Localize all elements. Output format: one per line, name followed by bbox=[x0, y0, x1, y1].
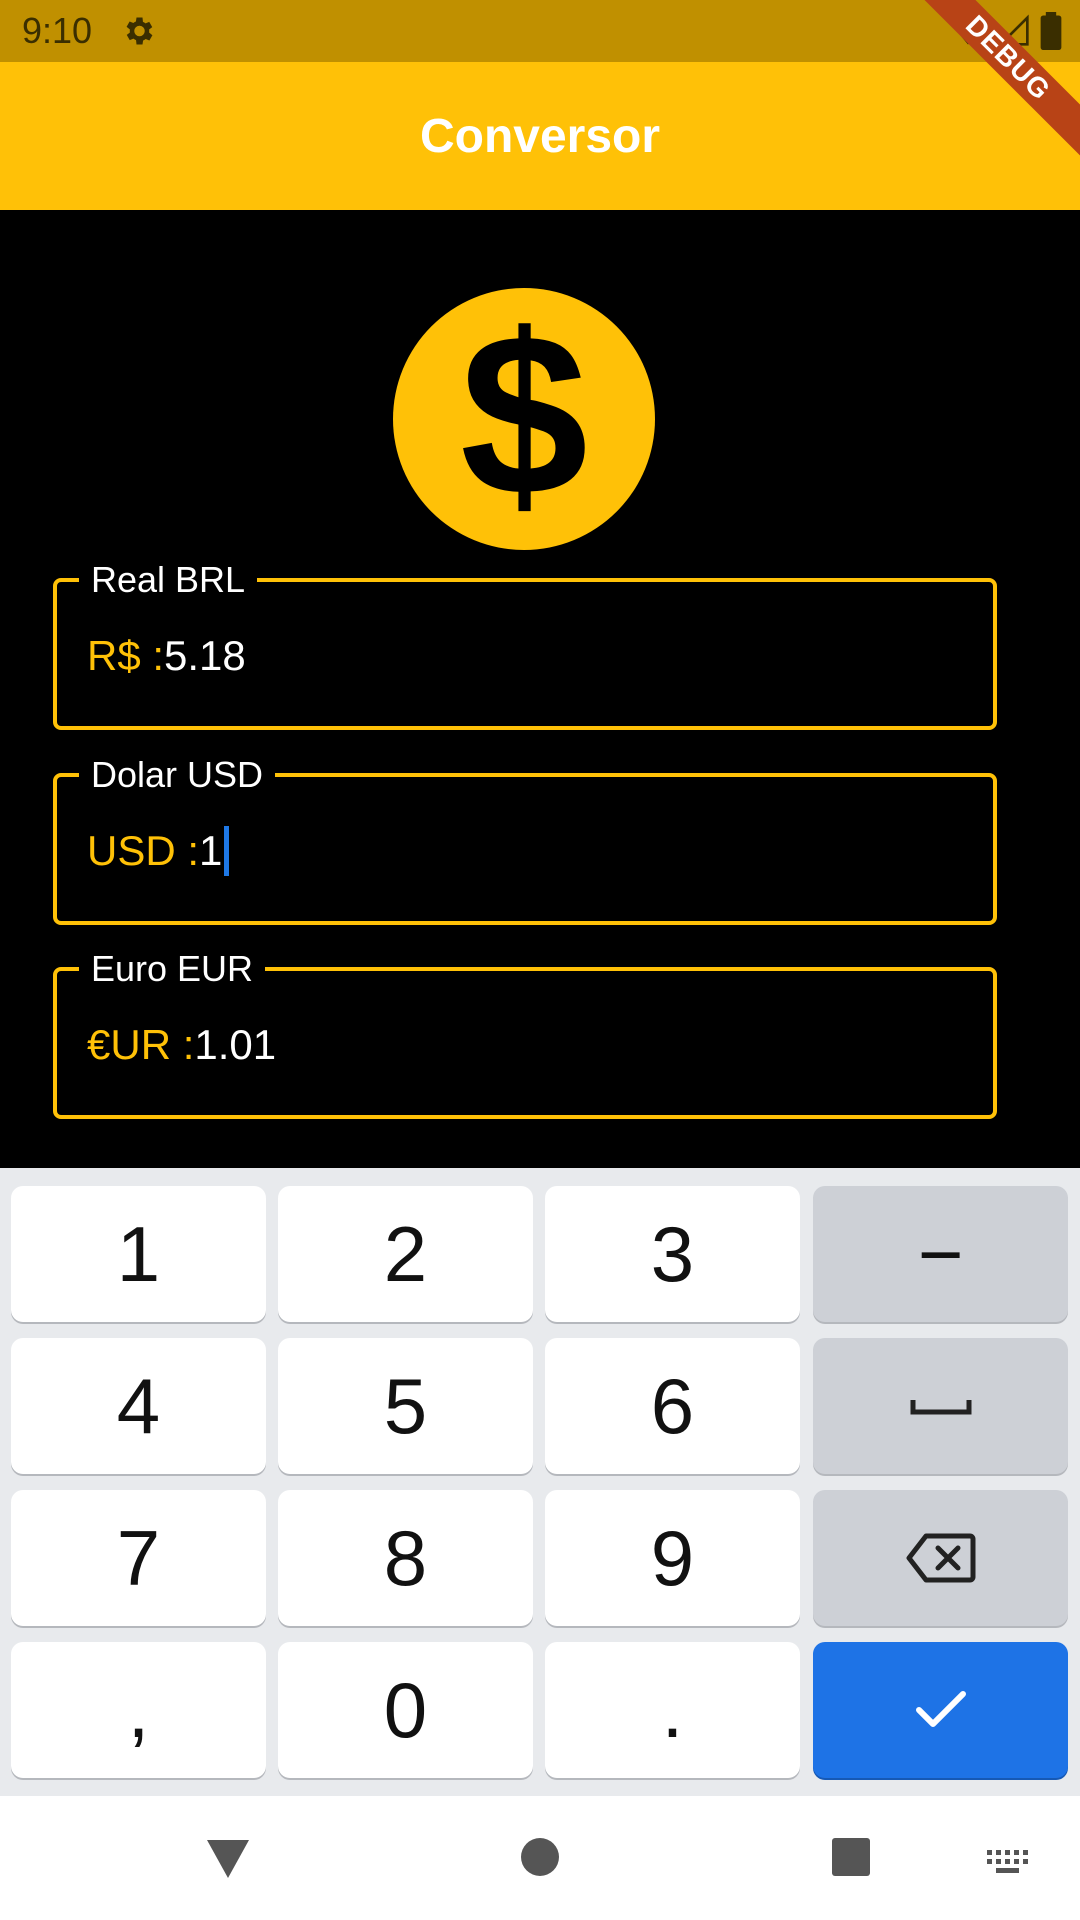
page-title: Conversor bbox=[419, 109, 661, 163]
checkmark-icon bbox=[915, 1691, 966, 1727]
euro-eur-label: Euro EUR bbox=[79, 947, 266, 991]
euro-eur-field[interactable]: Euro EUR €UR : 1.01 bbox=[53, 947, 997, 1119]
key-5[interactable]: 5 bbox=[278, 1338, 533, 1474]
dollar-symbol: $ bbox=[460, 286, 588, 543]
key-3[interactable]: 3 bbox=[545, 1186, 800, 1322]
key-space[interactable] bbox=[813, 1338, 1068, 1474]
numeric-keyboard: 1 2 3 − 4 5 6 7 8 9 , 0 . bbox=[0, 1168, 1080, 1796]
backspace-icon bbox=[906, 1533, 975, 1583]
dolar-usd-field[interactable]: Dolar USD USD : 1 bbox=[53, 753, 997, 925]
recents-square-icon[interactable] bbox=[830, 1836, 872, 1878]
key-6[interactable]: 6 bbox=[545, 1338, 800, 1474]
real-brl-label: Real BRL bbox=[79, 558, 258, 602]
status-bar: 9:10 bbox=[0, 0, 1080, 62]
key-2[interactable]: 2 bbox=[278, 1186, 533, 1322]
app-bar: Conversor bbox=[0, 62, 1080, 210]
euro-eur-value: 1.01 bbox=[194, 1021, 277, 1068]
back-triangle-icon[interactable] bbox=[205, 1836, 251, 1880]
key-1[interactable]: 1 bbox=[11, 1186, 266, 1322]
key-8[interactable]: 8 bbox=[278, 1490, 533, 1626]
dolar-usd-value: 1 bbox=[199, 827, 223, 874]
dolar-usd-label: Dolar USD bbox=[79, 753, 276, 797]
key-7[interactable]: 7 bbox=[11, 1490, 266, 1626]
home-circle-icon[interactable] bbox=[519, 1836, 561, 1878]
status-time: 9:10 bbox=[22, 10, 93, 51]
real-brl-prefix: R$ : bbox=[87, 632, 165, 679]
key-comma[interactable]: , bbox=[11, 1642, 266, 1778]
real-brl-value: 5.18 bbox=[164, 632, 246, 679]
dolar-usd-prefix: USD : bbox=[87, 827, 200, 874]
navigation-bar bbox=[0, 1796, 1080, 1920]
battery-icon bbox=[1040, 12, 1062, 50]
space-icon bbox=[910, 1400, 971, 1415]
key-minus[interactable]: − bbox=[813, 1186, 1068, 1322]
key-4[interactable]: 4 bbox=[11, 1338, 266, 1474]
key-0[interactable]: 0 bbox=[278, 1642, 533, 1778]
text-cursor bbox=[224, 826, 230, 876]
key-backspace[interactable] bbox=[813, 1490, 1068, 1626]
dollar-coin-icon: $ bbox=[393, 288, 655, 550]
keyboard-switch-icon[interactable] bbox=[985, 1848, 1029, 1876]
euro-eur-prefix: €UR : bbox=[87, 1021, 195, 1068]
key-enter[interactable] bbox=[813, 1642, 1068, 1778]
real-brl-field[interactable]: Real BRL R$ : 5.18 bbox=[53, 558, 997, 730]
key-period[interactable]: . bbox=[545, 1642, 800, 1778]
key-9[interactable]: 9 bbox=[545, 1490, 800, 1626]
settings-gear-icon bbox=[126, 17, 153, 45]
